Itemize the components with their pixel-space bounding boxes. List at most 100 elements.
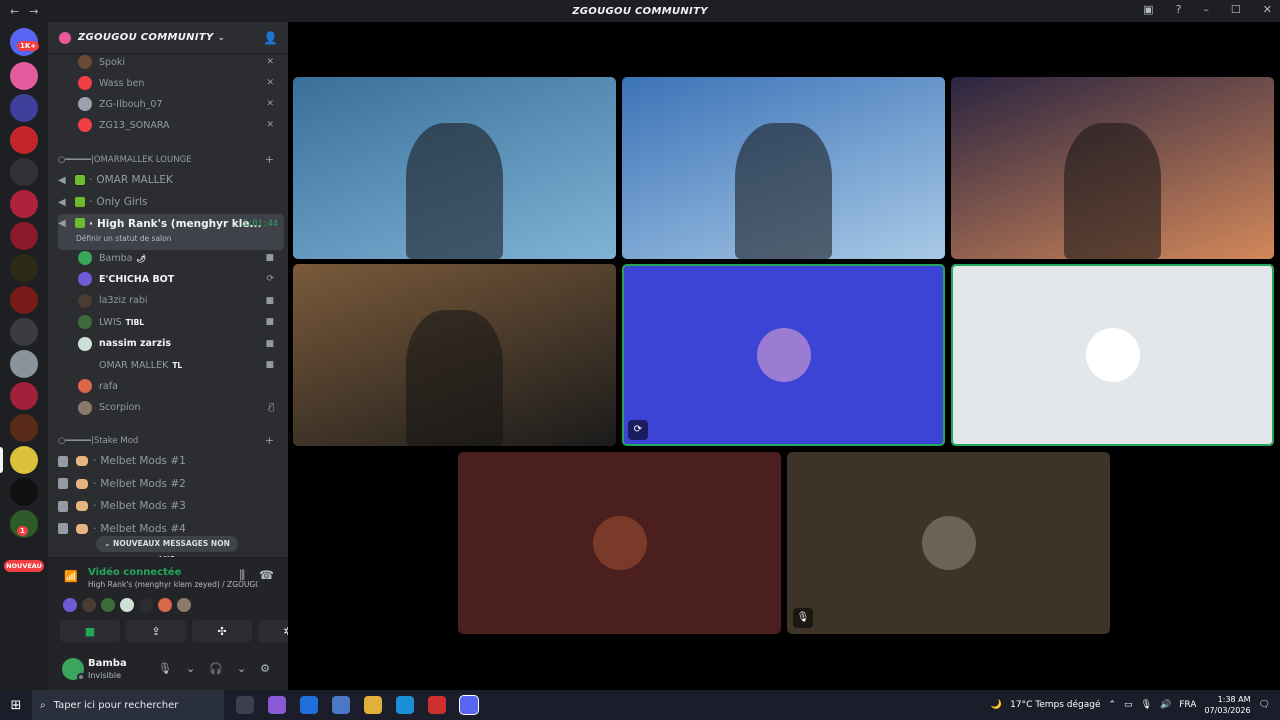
voice-channel[interactable]: ◀ · OMAR MALLEK (58, 169, 284, 191)
chevron-down-icon[interactable]: ⌄ (237, 662, 246, 675)
voice-channel-path[interactable]: High Rank's (menghyr klem zeyed) / ZGOUG… (88, 580, 258, 589)
maximize-button[interactable]: ☐ (1231, 3, 1241, 16)
voice-member[interactable]: OMAR MALLEK TL ■ (48, 355, 284, 375)
weather-text[interactable]: 17°C Temps dégagé (1010, 700, 1100, 710)
voice-member[interactable]: Bamba 🌶 ■ (48, 248, 284, 268)
camera-icon: ■ (265, 253, 274, 263)
participant-video (735, 122, 832, 259)
chevron-down-icon[interactable]: ⌄ (186, 662, 195, 675)
app-icon[interactable] (428, 696, 446, 714)
voice-member[interactable]: LWIS TIBL ■ (48, 312, 284, 332)
store-icon[interactable] (332, 696, 350, 714)
category-stake[interactable]: ○━━━━━|Stake Mod (58, 436, 138, 446)
server-icon[interactable] (10, 254, 38, 282)
server-icon-selected[interactable] (10, 446, 38, 474)
user-name[interactable]: Bamba (88, 658, 127, 669)
server-icon[interactable] (10, 222, 38, 250)
signal-icon[interactable]: 📶 (64, 570, 78, 583)
task-view-icon[interactable] (236, 696, 254, 714)
speaker-icon: ◀ (58, 196, 66, 208)
voice-member[interactable]: la3ziz rabi ■ (48, 291, 284, 311)
channel-status[interactable]: Définir un statut de salon (76, 234, 171, 243)
server-icon[interactable] (10, 318, 38, 346)
voice-member[interactable]: E'CHICHA BOT ⟳ (48, 269, 284, 289)
video-tile[interactable] (293, 77, 616, 259)
headphones-icon[interactable]: 🎧 (209, 662, 223, 675)
avatar[interactable] (139, 598, 153, 612)
server-icon[interactable] (10, 62, 38, 90)
server-icon[interactable] (10, 286, 38, 314)
channel-name: Only Girls (96, 196, 148, 208)
channel-dot: · (93, 455, 97, 467)
avatar-tile[interactable]: 🎙 (787, 452, 1110, 634)
activities-button[interactable]: ✣ (192, 620, 252, 642)
windows-start-icon[interactable]: ⊞ (0, 698, 32, 713)
screen-share-button[interactable]: ⇪ (126, 620, 186, 642)
voice-member[interactable]: nassim zarzis ■ (48, 334, 284, 354)
voice-member[interactable]: Scorpion 🎙̸ (48, 398, 284, 418)
avatar[interactable] (63, 598, 77, 612)
voice-status[interactable]: Vidéo connectée (88, 567, 181, 578)
add-channel-icon[interactable]: + (265, 153, 274, 166)
locked-voice-channel[interactable]: · Melbet Mods #1 (58, 450, 284, 472)
server-icon[interactable] (10, 350, 38, 378)
new-messages-pill[interactable]: ⌄ NOUVEAUX MESSAGES NON LUS (96, 536, 238, 564)
camera-button[interactable]: ■ (60, 620, 120, 642)
copilot-icon[interactable] (268, 696, 286, 714)
server-icon[interactable] (10, 158, 38, 186)
server-icon[interactable] (10, 382, 38, 410)
avatar-tile[interactable]: ⟳ (622, 264, 945, 446)
settings-gear-icon[interactable]: ⚙ (260, 662, 270, 675)
chevron-up-icon[interactable]: ⌃ (1109, 700, 1117, 710)
avatar[interactable] (158, 598, 172, 612)
avatar[interactable] (177, 598, 191, 612)
taskbar-search[interactable]: ⌕ Taper ici pour rechercher (32, 690, 224, 720)
voice-member[interactable]: ZG-Ilbouh_07 ✕ (48, 94, 284, 114)
outlook-icon[interactable] (300, 696, 318, 714)
video-tile[interactable] (622, 77, 945, 259)
file-explorer-icon[interactable] (364, 696, 382, 714)
avatar[interactable] (101, 598, 115, 612)
edge-icon[interactable] (396, 696, 414, 714)
notifications-icon[interactable]: 🗨 (1259, 700, 1270, 710)
locked-voice-channel[interactable]: · Melbet Mods #3 (58, 495, 284, 517)
avatar-tile[interactable] (458, 452, 781, 634)
locked-voice-channel[interactable]: · Melbet Mods #2 (58, 473, 284, 495)
avatar[interactable] (120, 598, 134, 612)
video-tile[interactable] (293, 264, 616, 446)
minimize-button[interactable]: – (1203, 3, 1209, 16)
microphone-icon[interactable]: 🎙 (1141, 700, 1152, 710)
server-icon[interactable] (10, 94, 38, 122)
clock[interactable]: 1:38 AM 07/03/2026 (1204, 694, 1250, 716)
server-icon[interactable] (10, 478, 38, 506)
voice-member[interactable]: ZG13_SONARA ✕ (48, 115, 284, 135)
video-tile[interactable] (951, 77, 1274, 259)
disconnect-icon[interactable]: ☎ (259, 568, 274, 583)
noise-suppression-icon[interactable]: ⫼ (240, 568, 246, 583)
new-servers-badge[interactable]: NOUVEAU (4, 560, 44, 572)
voice-channel[interactable]: ◀ · High Rank's (menghyr kle... 1:01:44 D… (58, 214, 284, 250)
server-icon[interactable] (10, 190, 38, 218)
add-channel-icon[interactable]: + (265, 434, 274, 447)
avatar-tile[interactable] (951, 264, 1274, 446)
avatar[interactable] (82, 598, 96, 612)
voice-channel[interactable]: ◀ · Only Girls (58, 191, 284, 213)
volume-icon[interactable]: 🔊 (1160, 700, 1171, 710)
voice-member[interactable]: Spoki ✕ (48, 52, 284, 72)
microphone-icon[interactable]: 🎙 (158, 662, 172, 675)
voice-member[interactable]: rafa (48, 376, 284, 396)
language-indicator[interactable]: FRA (1179, 700, 1196, 710)
server-header[interactable]: ZGOUGOU COMMUNITY ⌄ 👤 (48, 22, 288, 54)
search-icon: ⌕ (40, 699, 46, 711)
server-icon[interactable] (10, 414, 38, 442)
inbox-icon[interactable]: ▣ (1143, 3, 1153, 16)
category-lounge[interactable]: ○━━━━━|OMARMALLEK LOUNGE (58, 155, 192, 165)
lock-icon (58, 523, 68, 535)
server-icon[interactable] (10, 126, 38, 154)
help-icon[interactable]: ? (1176, 3, 1182, 16)
voice-member[interactable]: Wass ben ✕ (48, 73, 284, 93)
network-icon[interactable]: ▭ (1124, 700, 1133, 710)
close-button[interactable]: ✕ (1263, 3, 1272, 16)
discord-taskbar-icon[interactable] (459, 695, 479, 715)
invite-icon[interactable]: 👤 (263, 31, 278, 45)
